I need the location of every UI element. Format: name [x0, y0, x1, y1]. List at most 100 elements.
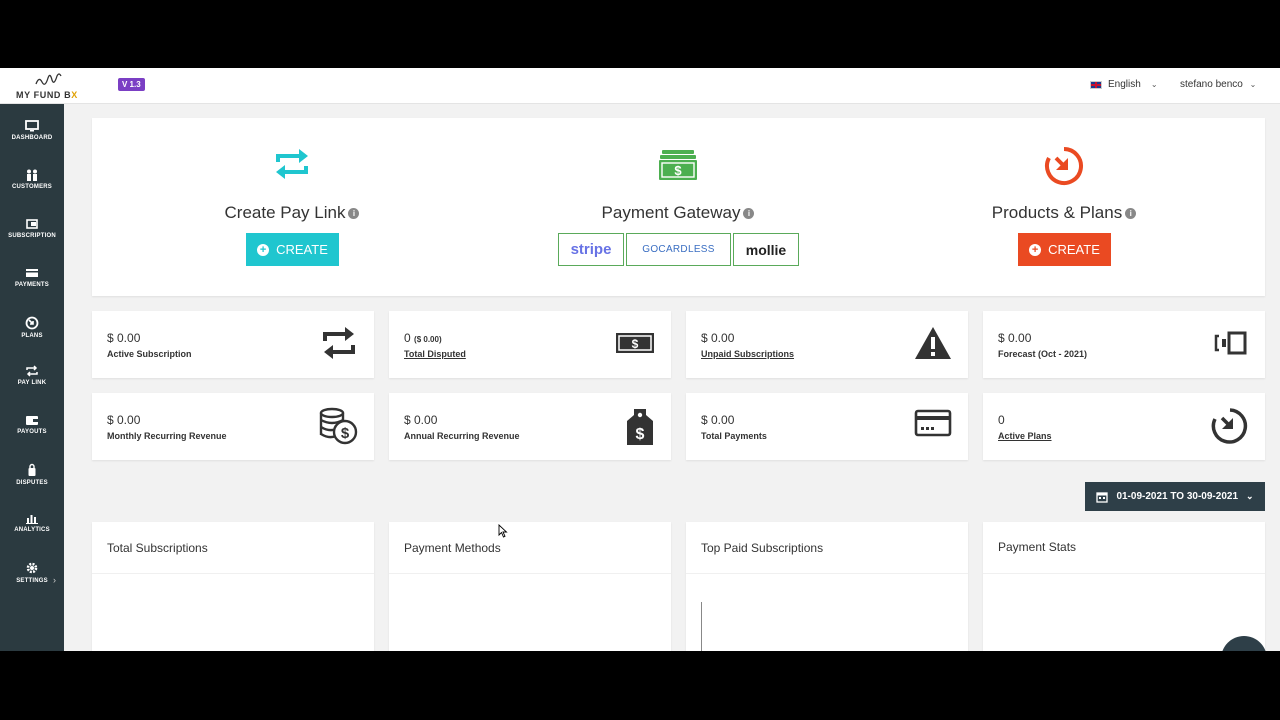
credit-card-icon: [26, 269, 38, 277]
sidebar-item-customers[interactable]: CUSTOMERS: [0, 163, 64, 209]
uk-flag-icon: [1090, 80, 1102, 89]
sidebar-item-label: PAYOUTS: [17, 429, 47, 435]
sidebar-item-pay-link[interactable]: PAY LINK: [0, 359, 64, 405]
info-icon[interactable]: i: [743, 208, 755, 219]
stat-label: Forecast (Oct - 2021): [998, 349, 1088, 359]
mollie-gateway-button[interactable]: mollie: [733, 233, 799, 266]
language-selector[interactable]: English ⌄: [1090, 79, 1158, 90]
sidebar-item-label: PAY LINK: [17, 380, 47, 386]
active-plans-link[interactable]: Active Plans: [998, 431, 1052, 441]
chevron-down-icon: ⌄: [1150, 80, 1158, 89]
info-icon[interactable]: i: [1125, 208, 1137, 219]
panel-header: Top Paid Subscriptions: [686, 522, 968, 574]
bar-chart-icon: [26, 515, 38, 524]
stat-card-active-plans: 0 Active Plans: [983, 393, 1265, 460]
button-label: CREATE: [276, 242, 328, 257]
lock-icon: [28, 463, 36, 476]
payment-gateway-section: $ Payment Gateway i stripe GOCARDLESS mol…: [528, 118, 828, 296]
repeat-icon: [276, 149, 308, 179]
stat-card-active-subscription: $ 0.00 Active Subscription: [92, 311, 374, 378]
pay-link-section: Create Pay Link i + CREATE: [142, 118, 442, 296]
user-name: stefano benco: [1180, 79, 1243, 90]
plus-circle-icon: +: [1029, 243, 1042, 256]
button-label: CREATE: [1048, 242, 1100, 257]
panel-total-subscriptions: Total Subscriptions: [92, 522, 374, 651]
total-disputed-link[interactable]: Total Disputed: [404, 349, 466, 359]
payment-gateway-title: Payment Gateway i: [528, 203, 828, 223]
mollie-logo: mollie: [745, 241, 787, 258]
create-product-button[interactable]: + CREATE: [1018, 233, 1111, 266]
sidebar-item-label: PLANS: [21, 333, 43, 339]
user-menu[interactable]: stefano benco ⌄: [1180, 79, 1256, 90]
stat-card-unpaid-subscriptions: $ 0.00 Unpaid Subscriptions: [686, 311, 968, 378]
sidebar-item-analytics[interactable]: ANALYTICS: [0, 506, 64, 552]
sidebar-item-settings[interactable]: SETTINGS ›: [0, 555, 64, 601]
sidebar-item-label: DISPUTES: [16, 480, 48, 486]
panel-title: Payment Methods: [404, 541, 501, 555]
repeat-icon: [26, 365, 38, 377]
calendar-icon: [1096, 491, 1109, 503]
stat-label: Monthly Recurring Revenue: [107, 431, 227, 441]
plans-icon: [1211, 408, 1248, 444]
app-window: MY FUND BX V 1.3 English ⌄ stefano benco…: [0, 68, 1280, 651]
stripe-gateway-button[interactable]: stripe: [558, 233, 624, 266]
sidebar-item-disputes[interactable]: DISPUTES: [0, 457, 64, 503]
sidebar-item-label: CUSTOMERS: [11, 184, 53, 190]
sidebar: DASHBOARD CUSTOMERS SUBSCRIPTION PAYMENT…: [0, 104, 64, 651]
stat-card-arr: $ 0.00 Annual Recurring Revenue $: [389, 393, 671, 460]
chevron-right-icon: ›: [53, 575, 56, 585]
svg-text:$: $: [636, 426, 645, 443]
stat-label: Active Subscription: [107, 349, 192, 359]
top-bar: MY FUND BX V 1.3 English ⌄ stefano benco…: [0, 68, 1280, 104]
sidebar-item-dashboard[interactable]: DASHBOARD: [0, 114, 64, 160]
panel-top-paid-subscriptions: Top Paid Subscriptions: [686, 522, 968, 651]
stat-card-mrr: $ 0.00 Monthly Recurring Revenue $: [92, 393, 374, 460]
info-icon[interactable]: i: [348, 208, 360, 219]
panel-header: Total Subscriptions: [92, 522, 374, 574]
plus-circle-icon: +: [257, 243, 270, 256]
stat-value: $ 0.00: [107, 413, 141, 427]
plans-icon: [1045, 147, 1083, 185]
sidebar-item-payouts[interactable]: PAYOUTS: [0, 408, 64, 454]
svg-text:$: $: [632, 337, 639, 351]
stat-label: Annual Recurring Revenue: [404, 431, 520, 441]
panel-header: Payment Stats: [983, 522, 1265, 574]
stripe-logo: stripe: [570, 241, 612, 258]
warning-icon: [915, 327, 951, 359]
gocardless-gateway-button[interactable]: GOCARDLESS: [626, 233, 731, 266]
stat-label: Total Payments: [701, 431, 767, 441]
date-range-picker[interactable]: 01-09-2021 TO 30-09-2021 ⌄: [1085, 482, 1265, 511]
unpaid-subscriptions-link[interactable]: Unpaid Subscriptions: [701, 349, 794, 359]
money-stack-icon: $: [659, 150, 697, 180]
version-badge: V 1.3: [118, 78, 145, 91]
stat-value: $ 0.00: [404, 413, 438, 427]
letterbox-bottom: [0, 651, 1280, 720]
svg-text:$: $: [674, 163, 682, 178]
stat-value: 0: [998, 413, 1005, 427]
price-tag-icon: $: [627, 409, 653, 445]
coins-icon: $: [319, 407, 358, 445]
sidebar-item-payments[interactable]: PAYMENTS: [0, 261, 64, 307]
cash-icon: $: [616, 333, 654, 353]
brand-logo[interactable]: MY FUND BX: [12, 70, 92, 102]
subscription-icon: [26, 219, 38, 229]
stat-value: $ 0.00: [701, 413, 735, 427]
create-pay-link-button[interactable]: + CREATE: [246, 233, 339, 266]
panel-title: Top Paid Subscriptions: [701, 541, 824, 555]
sidebar-item-label: ANALYTICS: [14, 527, 50, 533]
sidebar-item-label: DASHBOARD: [11, 135, 53, 141]
products-plans-title: Products & Plans i: [914, 203, 1214, 223]
panel-payment-stats: Payment Stats: [983, 522, 1265, 651]
sidebar-item-plans[interactable]: PLANS: [0, 310, 64, 356]
sidebar-item-label: SUBSCRIPTION: [8, 233, 56, 239]
gear-icon: [26, 562, 38, 574]
chevron-down-icon: ⌄: [1246, 491, 1254, 501]
sidebar-item-label: PAYMENTS: [15, 282, 49, 288]
pay-link-title: Create Pay Link i: [142, 203, 442, 223]
monitor-icon: [25, 120, 39, 132]
mouse-cursor-icon: [498, 524, 508, 538]
plans-icon: [25, 316, 39, 330]
language-label: English: [1108, 79, 1141, 90]
stat-value: 0 ($ 0.00): [404, 331, 442, 345]
sidebar-item-subscription[interactable]: SUBSCRIPTION: [0, 212, 64, 258]
